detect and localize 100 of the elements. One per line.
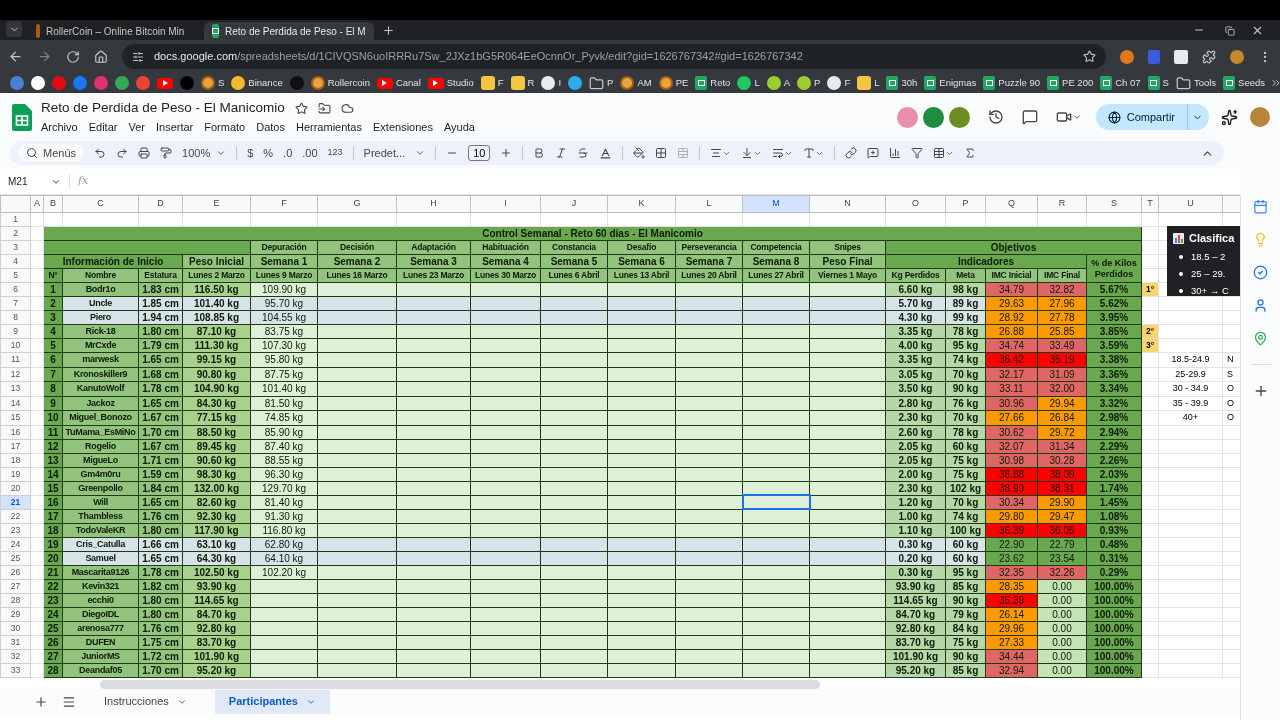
table-icon[interactable] [933,147,955,159]
map-pin-icon[interactable] [1253,331,1268,346]
address-bar[interactable]: docs.google.com/spreadsheets/d/1CIVQSN6uoIRRRu7Sw_2JXz1bG5R064EeOcnnOr_Pyvk/edit?gid=1626767342#gid=1626767342 [122,44,1106,69]
menu-item[interactable]: Datos [256,119,285,136]
bookmark[interactable]: F [825,73,853,93]
bookmark[interactable]: S [1145,73,1171,93]
bookmark[interactable]: PE [656,73,691,93]
name-box[interactable]: M21 [0,174,70,189]
column-header[interactable]: U [1158,195,1223,213]
column-header[interactable]: P [945,195,986,213]
calendar-icon[interactable] [1253,199,1268,214]
extension-icon[interactable] [1174,49,1188,64]
column-header[interactable]: M [742,195,810,213]
move-icon[interactable] [317,101,331,115]
bookmark[interactable]: Seeds [1221,73,1268,93]
increase-size-icon[interactable] [500,147,513,159]
bold-icon[interactable] [533,147,546,159]
vertical-align-icon[interactable] [741,147,763,159]
add-sheet-icon[interactable] [34,694,48,709]
undo-icon[interactable] [94,147,107,159]
menu-item[interactable]: Editar [88,119,118,136]
zoom-select[interactable]: 100% [182,144,227,162]
browser-tab[interactable]: Reto de Perdida de Peso - El M [204,22,374,40]
bookmark-star-icon[interactable] [1083,50,1096,63]
decrease-decimals-button[interactable]: .0 [283,144,293,162]
menu-item[interactable]: Archivo [41,119,78,136]
wrap-icon[interactable] [772,147,794,159]
bookmark[interactable]: 30h [884,73,920,93]
column-header[interactable]: J [540,195,608,213]
font-size-field[interactable]: 10 [468,145,491,161]
contacts-icon[interactable] [1253,298,1268,313]
bookmark[interactable]: Binance [229,73,285,93]
avatar[interactable] [922,106,944,128]
column-header[interactable]: K [607,195,676,213]
text-color-icon[interactable] [599,146,613,160]
more-formats-button[interactable]: 123 [327,146,343,160]
column-header[interactable]: C [62,195,139,213]
chart-icon[interactable] [889,147,902,159]
bookmark[interactable]: P [587,73,616,93]
bookmark[interactable]: P [795,73,823,93]
account-avatar[interactable] [1250,107,1270,127]
comment-icon[interactable] [1021,109,1038,125]
column-header[interactable]: T [1141,195,1159,213]
profile-avatar[interactable] [1230,49,1244,64]
bookmark[interactable]: R [508,73,537,93]
column-header[interactable]: E [182,195,251,213]
sum-icon[interactable] [964,147,977,159]
forward-icon[interactable] [37,49,52,64]
meet-button[interactable] [1055,109,1082,125]
column-header[interactable]: G [317,195,397,213]
menu-item[interactable]: Extensiones [373,119,433,136]
bookmark[interactable]: A [764,73,793,93]
new-tab-icon[interactable] [382,24,395,37]
bookmark[interactable]: F [478,73,506,93]
star-icon[interactable] [294,101,308,115]
tab-search-button[interactable] [6,21,22,37]
currency-button[interactable]: $ [247,144,254,162]
restore-icon[interactable] [1225,26,1235,36]
extensions-icon[interactable] [1202,49,1216,64]
bookmark[interactable]: Ch 07 [1098,73,1143,93]
percent-button[interactable]: % [263,144,274,162]
cloud-icon[interactable] [340,101,354,115]
share-button[interactable]: Compartir [1095,104,1209,130]
tasks-icon[interactable] [1253,265,1268,280]
fill-color-icon[interactable] [633,147,646,159]
bookmark[interactable]: L [855,73,882,93]
column-header[interactable]: A [30,195,44,213]
italic-icon[interactable] [555,147,568,159]
bookmark[interactable]: Canal [374,73,423,93]
menu-item[interactable]: Ver [128,119,145,136]
more-bookmarks-icon[interactable] [1270,77,1280,89]
increase-decimals-button[interactable]: .00 [302,144,318,162]
document-title[interactable]: Reto de Perdida de Peso - El Manicomio [41,98,285,119]
bookmark[interactable]: PE 200 [1045,73,1096,93]
paint-format-icon[interactable] [160,147,173,159]
menu-item[interactable]: Formato [204,119,246,136]
column-header[interactable]: O [885,195,946,213]
bookmark[interactable]: Tools [1173,73,1219,93]
sparkle-icon[interactable] [1221,108,1238,126]
column-header[interactable]: S [1086,195,1142,213]
bookmark[interactable]: I [539,73,564,93]
avatar[interactable] [948,106,970,128]
bookmark[interactable]: Puzzle 90 [981,73,1043,93]
bookmark[interactable] [155,75,175,91]
rotate-text-icon[interactable] [803,147,825,159]
column-header[interactable]: B [43,195,63,213]
menu-item[interactable]: Ayuda [443,119,475,136]
bookmark[interactable]: Reto [693,73,733,93]
sheet-tab[interactable]: Instrucciones [90,689,201,714]
home-icon[interactable] [94,49,108,64]
redo-icon[interactable] [116,147,129,159]
close-icon[interactable] [1251,24,1264,37]
borders-icon[interactable] [655,147,668,159]
column-header[interactable]: I [470,195,541,213]
menu-search[interactable]: Menús [18,144,85,162]
column-header[interactable]: H [396,195,471,213]
bookmark[interactable]: S [199,73,227,93]
align-icon[interactable] [710,147,732,159]
history-icon[interactable] [987,109,1004,125]
filter-icon[interactable] [911,147,924,159]
